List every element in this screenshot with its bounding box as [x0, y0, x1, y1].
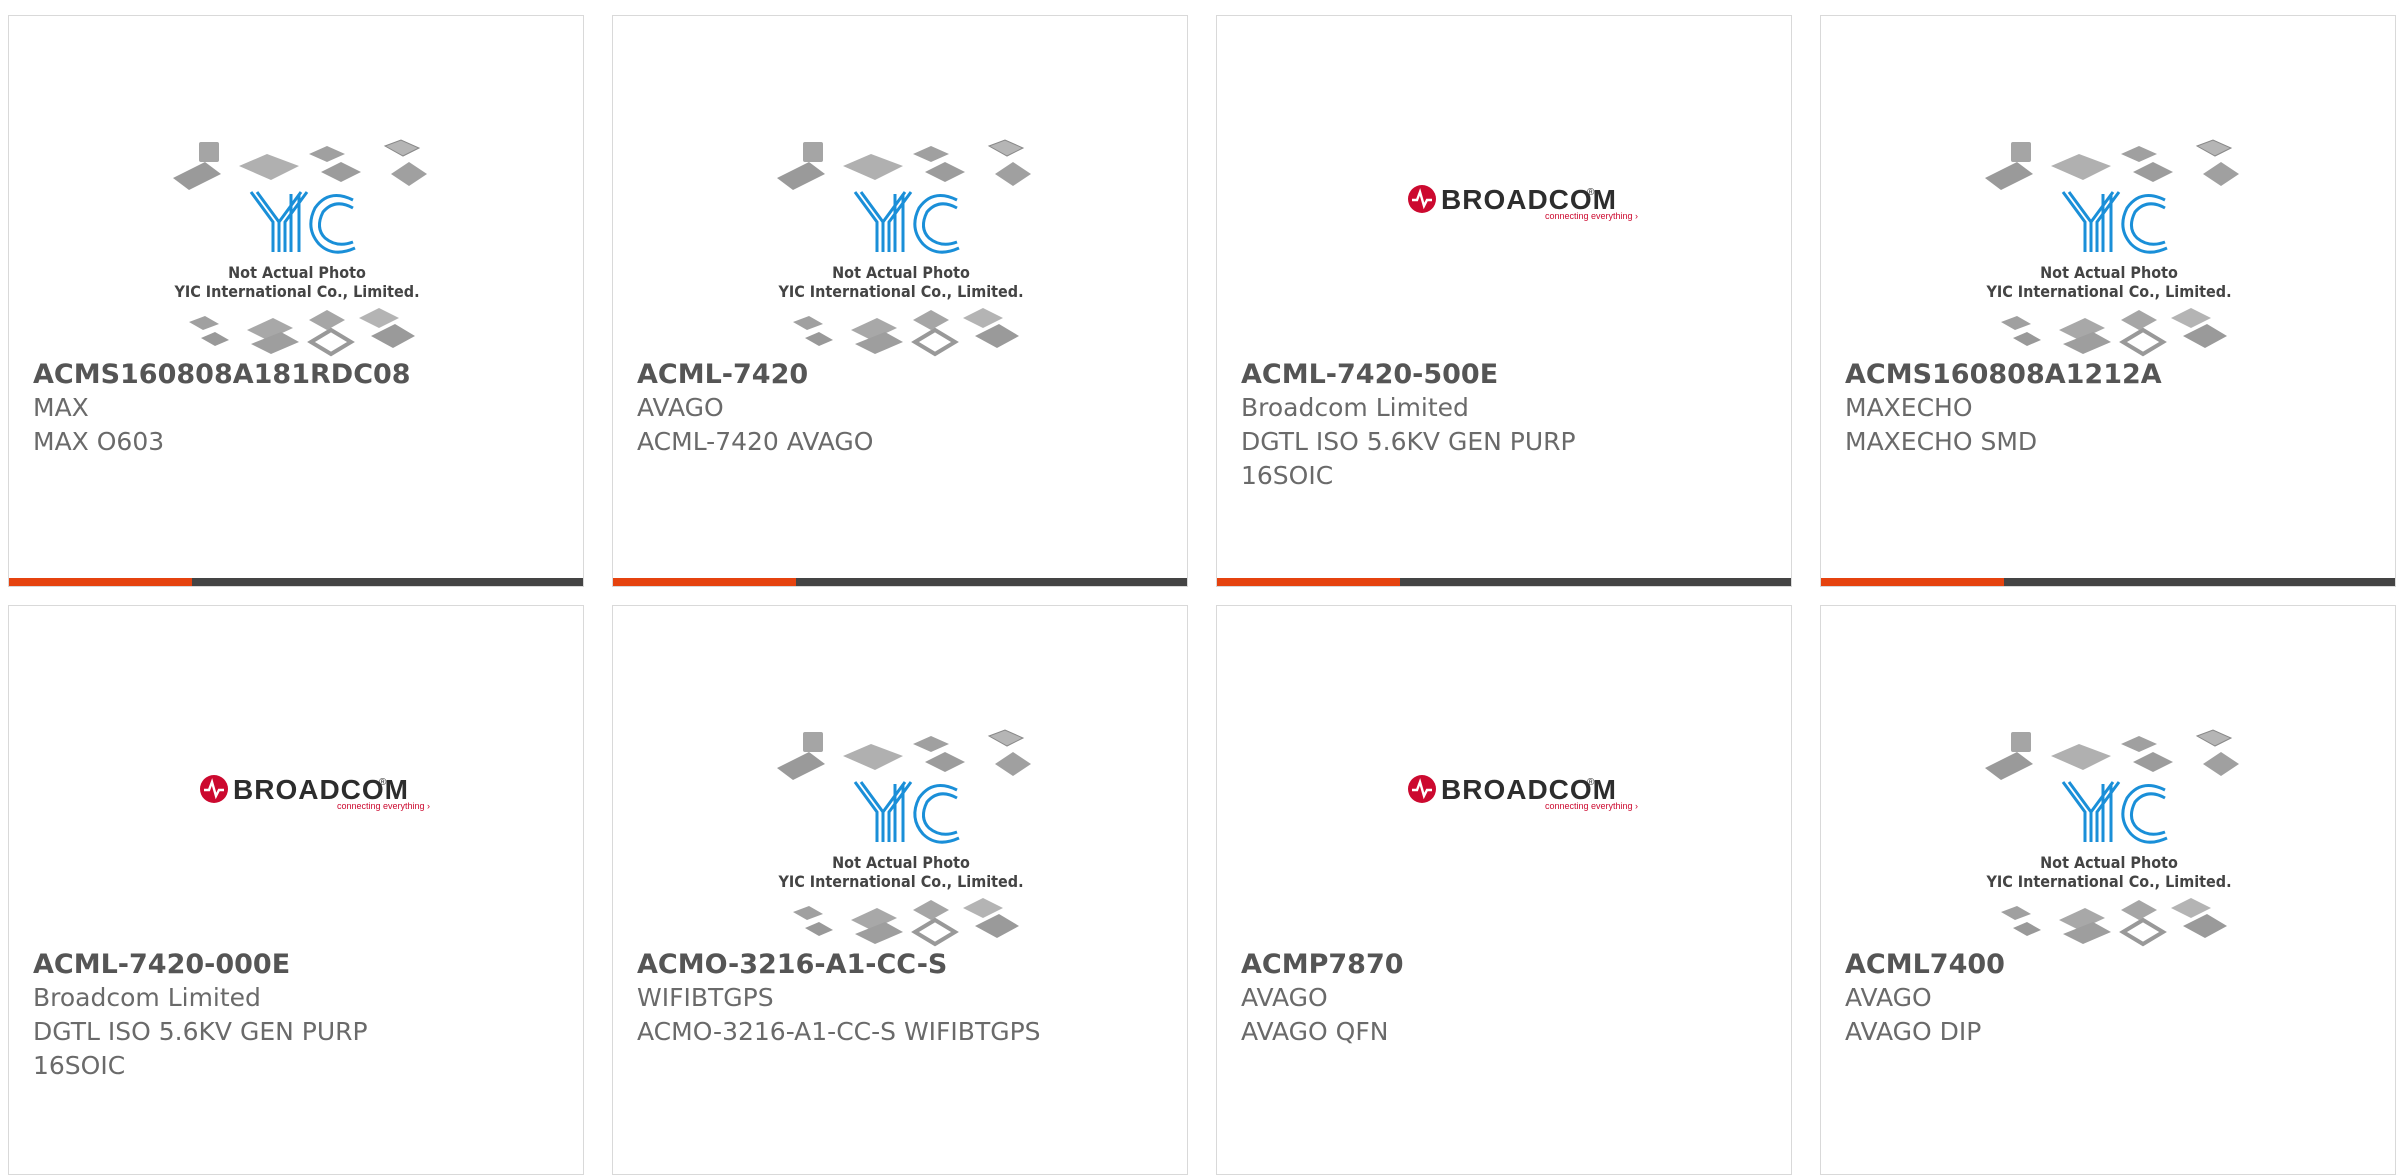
- not-actual-photo-placeholder: [775, 728, 1033, 946]
- manufacturer: Broadcom Limited: [1241, 393, 1469, 422]
- product-card[interactable]: ACML-7420-500E Broadcom Limited DGTL ISO…: [1216, 15, 1792, 587]
- card-bottom-bar: [613, 578, 1187, 586]
- part-number-link[interactable]: ACML-7420-000E: [33, 948, 563, 981]
- description: MAXECHO SMD: [1845, 427, 2038, 456]
- product-card[interactable]: ACMS160808A181RDC08 MAX MAX O603: [8, 15, 584, 587]
- part-number-link[interactable]: ACMS160808A1212A: [1845, 358, 2375, 391]
- card-accent: [613, 578, 796, 586]
- product-image[interactable]: [613, 672, 1187, 952]
- product-card[interactable]: ACML-7420-000E Broadcom Limited DGTL ISO…: [8, 605, 584, 1175]
- card-bottom-bar: [9, 578, 583, 586]
- manufacturer: WIFIBTGPS: [637, 983, 774, 1012]
- manufacturer: MAXECHO: [1845, 393, 1973, 422]
- description: AVAGO DIP: [1845, 1017, 1982, 1046]
- card-accent: [1217, 578, 1400, 586]
- description: MAX O603: [33, 427, 165, 456]
- product-card[interactable]: ACMO-3216-A1-CC-S WIFIBTGPS ACMO-3216-A1…: [612, 605, 1188, 1175]
- product-image[interactable]: [1821, 82, 2395, 362]
- product-image[interactable]: [1821, 672, 2395, 952]
- part-number-link[interactable]: ACML7400: [1845, 948, 2375, 981]
- product-image[interactable]: [1217, 82, 1791, 362]
- product-image[interactable]: [9, 82, 583, 362]
- card-bottom-bar: [1821, 578, 2395, 586]
- product-card[interactable]: ACML-7420 AVAGO ACML-7420 AVAGO: [612, 15, 1188, 587]
- part-number-link[interactable]: ACMO-3216-A1-CC-S: [637, 948, 1167, 981]
- description-package: 16SOIC: [1241, 461, 1334, 490]
- product-card[interactable]: ACMP7870 AVAGO AVAGO QFN: [1216, 605, 1792, 1175]
- product-card[interactable]: ACMS160808A1212A MAXECHO MAXECHO SMD: [1820, 15, 2396, 587]
- manufacturer: Broadcom Limited: [33, 983, 261, 1012]
- not-actual-photo-placeholder: [1983, 728, 2241, 946]
- not-actual-photo-placeholder: [171, 138, 429, 356]
- card-accent: [9, 578, 192, 586]
- part-number-link[interactable]: ACML-7420-500E: [1241, 358, 1771, 391]
- product-image[interactable]: [613, 82, 1187, 362]
- product-image[interactable]: [1217, 672, 1791, 952]
- product-card[interactable]: ACML7400 AVAGO AVAGO DIP: [1820, 605, 2396, 1175]
- part-number-link[interactable]: ACMP7870: [1241, 948, 1771, 981]
- description: AVAGO QFN: [1241, 1017, 1389, 1046]
- part-number-link[interactable]: ACML-7420: [637, 358, 1167, 391]
- manufacturer: AVAGO: [1845, 983, 1932, 1012]
- product-image[interactable]: [9, 672, 583, 952]
- broadcom-logo-image: [198, 772, 432, 813]
- description-package: 16SOIC: [33, 1051, 126, 1080]
- manufacturer: AVAGO: [637, 393, 724, 422]
- manufacturer: AVAGO: [1241, 983, 1328, 1012]
- description: ACMO-3216-A1-CC-S WIFIBTGPS: [637, 1017, 1041, 1046]
- card-accent: [1821, 578, 2004, 586]
- description: DGTL ISO 5.6KV GEN PURP: [1241, 427, 1576, 456]
- manufacturer: MAX: [33, 393, 89, 422]
- broadcom-logo-image: [1406, 182, 1640, 223]
- not-actual-photo-placeholder: [775, 138, 1033, 356]
- broadcom-logo-image: [1406, 772, 1640, 813]
- not-actual-photo-placeholder: [1983, 138, 2241, 356]
- description: ACML-7420 AVAGO: [637, 427, 874, 456]
- description: DGTL ISO 5.6KV GEN PURP: [33, 1017, 368, 1046]
- card-bottom-bar: [1217, 578, 1791, 586]
- part-number-link[interactable]: ACMS160808A181RDC08: [33, 358, 563, 391]
